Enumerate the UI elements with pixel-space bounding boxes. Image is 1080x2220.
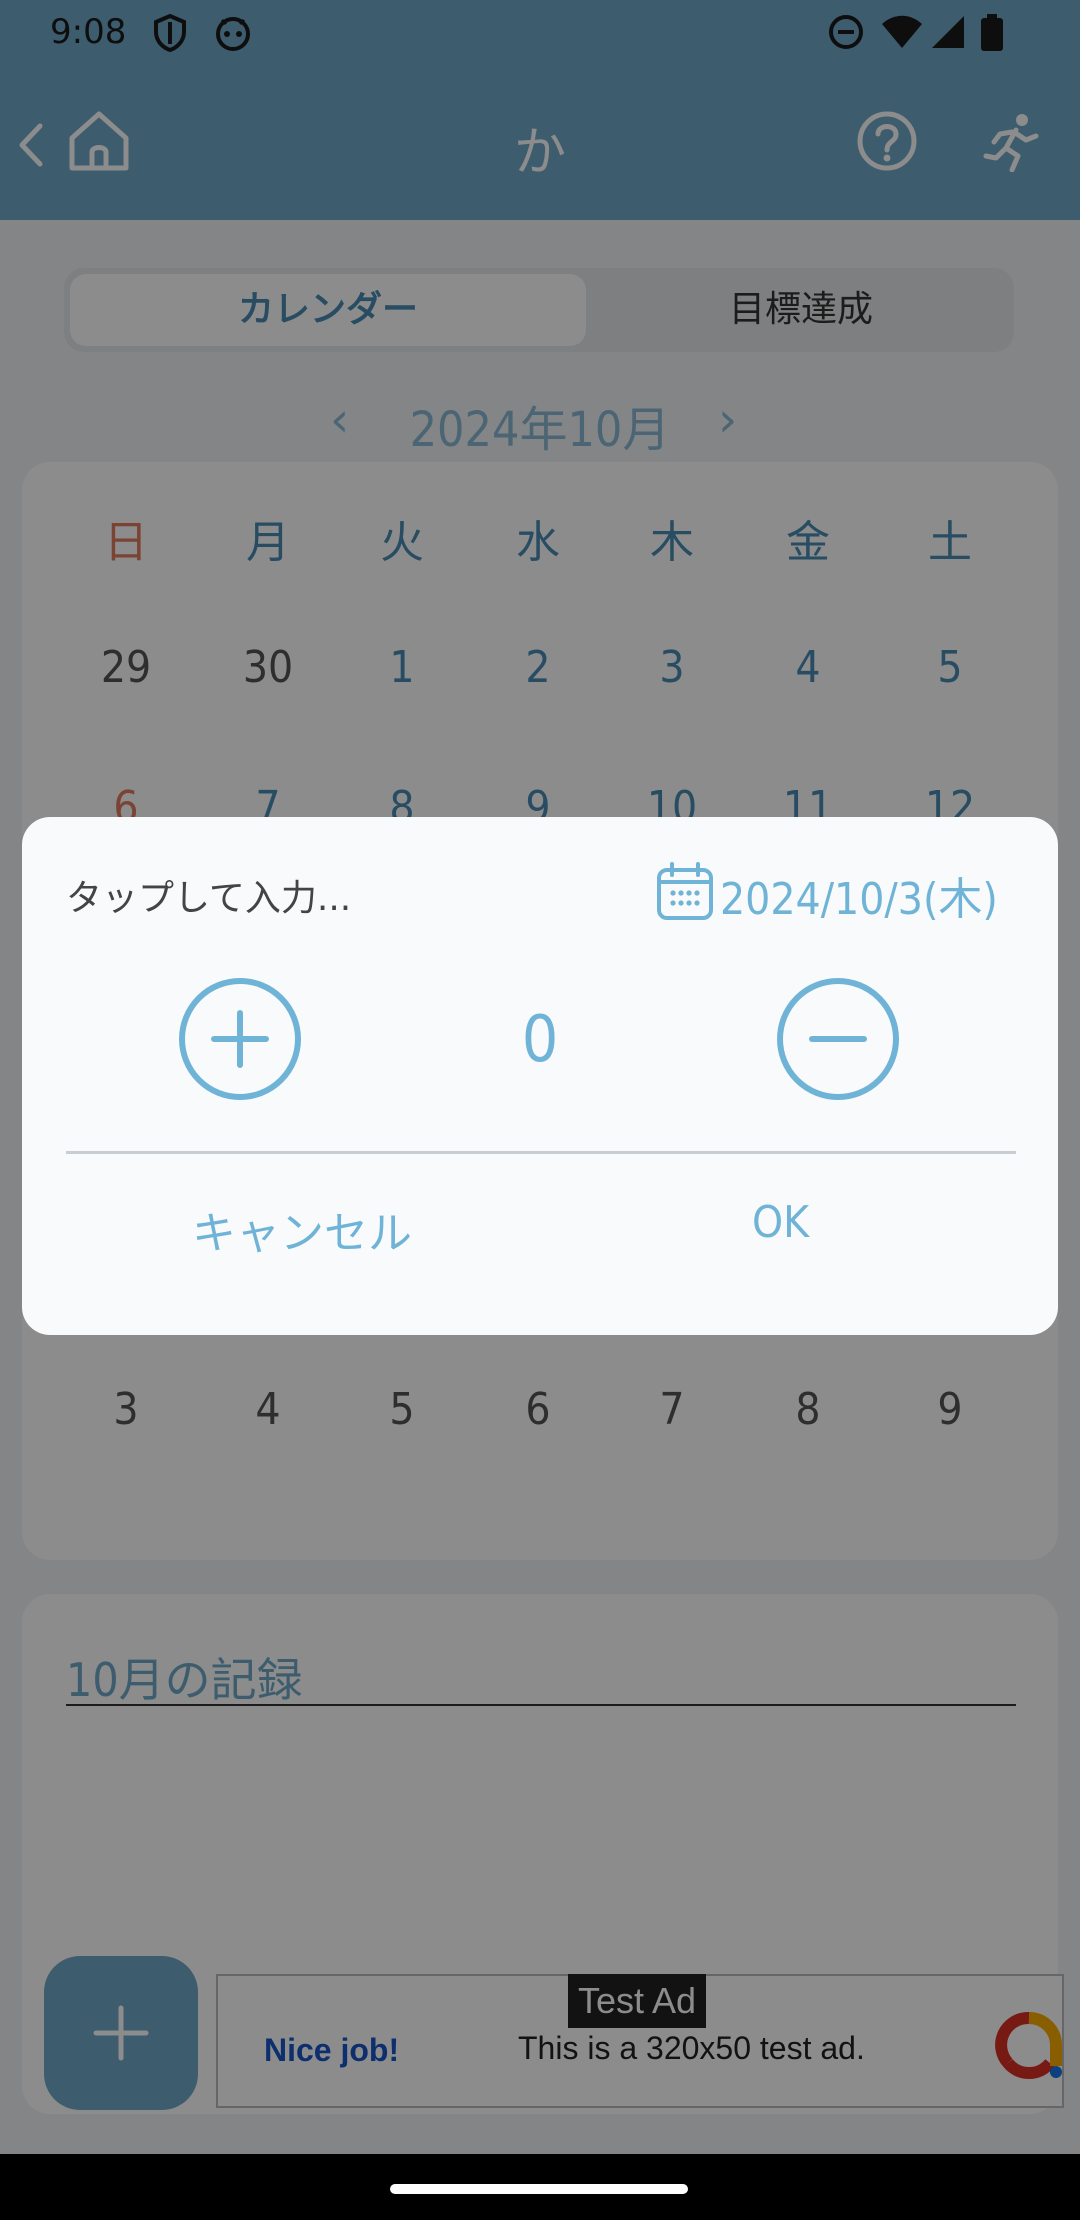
dialog-divider: [66, 1151, 1016, 1154]
home-gesture-handle[interactable]: [390, 2184, 688, 2194]
plus-circle-icon: [179, 978, 301, 1100]
count-input-dialog: タップして入力... 2024/10/3(木) 0 キャンセル OK: [22, 817, 1058, 1335]
memo-input[interactable]: タップして入力...: [66, 869, 351, 921]
system-nav-bar: [0, 2154, 1080, 2220]
decrement-button[interactable]: [776, 977, 900, 1101]
ok-button[interactable]: OK: [752, 1197, 809, 1248]
date-picker-button[interactable]: 2024/10/3(木): [656, 861, 998, 925]
cancel-button[interactable]: キャンセル: [192, 1197, 412, 1261]
calendar-icon: [657, 862, 713, 920]
minus-circle-icon: [777, 978, 899, 1100]
selected-date: 2024/10/3(木): [720, 874, 998, 925]
increment-button[interactable]: [178, 977, 302, 1101]
count-value: 0: [521, 1003, 559, 1077]
